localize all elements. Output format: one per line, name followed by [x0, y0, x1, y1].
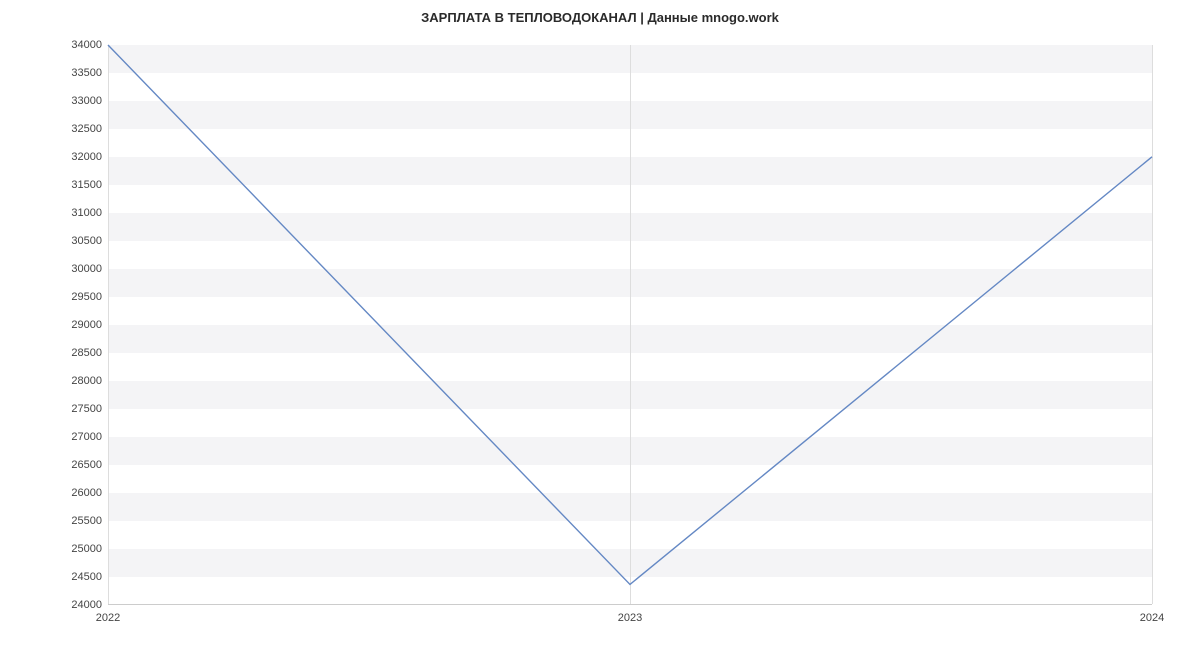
y-tick-label: 26000	[42, 487, 102, 499]
y-tick-label: 28000	[42, 375, 102, 387]
y-tick-label: 30500	[42, 235, 102, 247]
y-tick-label: 31500	[42, 179, 102, 191]
x-tick-label: 2023	[618, 612, 642, 624]
x-tick-label: 2024	[1140, 612, 1164, 624]
y-tick-label: 24000	[42, 599, 102, 611]
line-series	[108, 45, 1152, 604]
y-tick-label: 25500	[42, 515, 102, 527]
y-tick-label: 25000	[42, 543, 102, 555]
y-tick-label: 27500	[42, 403, 102, 415]
y-tick-label: 26500	[42, 459, 102, 471]
x-tick-label: 2022	[96, 612, 120, 624]
y-tick-label: 29000	[42, 319, 102, 331]
plot-area	[108, 45, 1152, 605]
y-tick-label: 33500	[42, 67, 102, 79]
y-tick-label: 31000	[42, 207, 102, 219]
y-tick-label: 32000	[42, 151, 102, 163]
x-gridline	[1152, 45, 1153, 604]
y-tick-label: 29500	[42, 291, 102, 303]
y-tick-label: 24500	[42, 571, 102, 583]
y-tick-label: 30000	[42, 263, 102, 275]
y-tick-label: 32500	[42, 123, 102, 135]
y-tick-label: 33000	[42, 95, 102, 107]
y-tick-label: 28500	[42, 347, 102, 359]
y-tick-label: 34000	[42, 39, 102, 51]
y-tick-label: 27000	[42, 431, 102, 443]
chart-title: ЗАРПЛАТА В ТЕПЛОВОДОКАНАЛ | Данные mnogo…	[0, 10, 1200, 25]
